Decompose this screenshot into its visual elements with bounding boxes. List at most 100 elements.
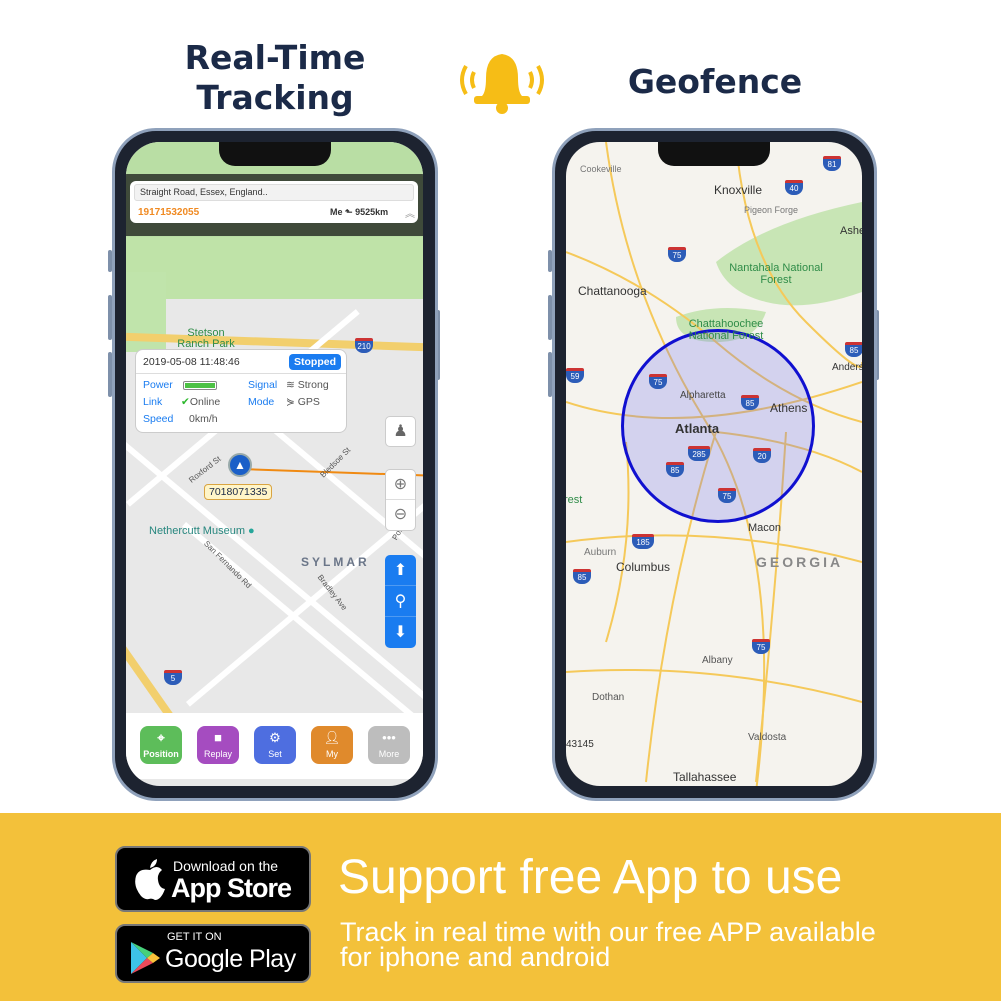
interstate-shield: 85 [845, 342, 862, 357]
interstate-shield: 185 [632, 534, 654, 549]
navigation-controls: ⬆ ⚲ ⬇ [385, 555, 416, 648]
phone-number: 19171532055 [138, 207, 200, 218]
map-label-city: Macon [748, 522, 782, 534]
app-store-big-text: App Store [171, 873, 292, 903]
info-card: Straight Road, Essex, England.. 19171532… [130, 181, 418, 223]
map-label-state: GEORGIA [756, 554, 844, 570]
heading-geofence: Geofence [627, 62, 803, 101]
address-field[interactable]: Straight Road, Essex, England.. [134, 184, 414, 201]
interstate-shield: 59 [566, 368, 584, 383]
signal-value: ≋ Strong [286, 379, 329, 391]
map-label-city: Knoxville [714, 183, 763, 197]
map-label-city: Cookeville [580, 164, 622, 174]
map-label-city: Athens [770, 401, 808, 415]
signal-label: Signal [248, 379, 278, 391]
map-label-park: Stetson Ranch Park [177, 327, 235, 350]
tab-label: More [378, 749, 400, 759]
map-label-city: Ashe [840, 225, 862, 237]
banner-title: Support free App to use [338, 851, 843, 904]
geofence-map-screen: Cookeville Knoxville Pigeon Forge Ashe N… [566, 142, 862, 786]
speed-value: 0km/h [189, 413, 218, 425]
more-dots-icon: ••• [382, 730, 396, 745]
map-label-city: Columbus [616, 560, 671, 574]
map-label-city: Dothan [592, 692, 625, 703]
museum-icon: ● [248, 525, 255, 537]
interstate-shield: 85 [573, 569, 591, 584]
interstate-shield: 75 [752, 639, 770, 654]
play-triangle-icon [129, 941, 161, 975]
device-id-label[interactable]: 7018071335 [204, 484, 273, 500]
tab-more[interactable]: ••• More [368, 726, 410, 764]
down-arrow-icon[interactable]: ⬇ [385, 617, 416, 648]
map-label-city: Chattanooga [578, 284, 647, 298]
map-label-area: SYLMAR [301, 555, 370, 569]
user-icon: 👤︎ [323, 730, 341, 745]
tab-my[interactable]: 👤︎ My [311, 726, 353, 764]
bell-icon [452, 44, 552, 114]
tab-label: Position [143, 749, 179, 759]
mode-value: ⋟ GPS [286, 396, 320, 408]
zoom-out-icon[interactable]: ⊖ [386, 500, 415, 530]
link-label: Link [143, 396, 163, 408]
tab-set[interactable]: ⚙ Set [254, 726, 296, 764]
map-label-city: Auburn [584, 547, 617, 558]
video-icon: ■ [214, 730, 222, 745]
satellite-icon: ⋟ [286, 396, 295, 408]
distance-info: Me ⬑ 9525km [330, 207, 388, 218]
distance-value: 9525km [355, 207, 389, 217]
interstate-shield: 40 [785, 180, 803, 195]
zoom-controls: ⊕ ⊖ [385, 469, 416, 531]
map-label-city: Tallahassee [673, 770, 737, 784]
tab-label: Replay [203, 749, 232, 759]
museum-name: Nethercutt Museum [149, 525, 245, 537]
signal-text: Strong [297, 379, 329, 391]
interstate-shield: 20 [753, 448, 771, 463]
phone-notch [218, 142, 331, 166]
popup-datetime: 2019-05-08 11:48:46 [143, 356, 240, 368]
device-popup: 2019-05-08 11:48:46 Stopped Power Signal… [135, 349, 347, 433]
zoom-in-icon[interactable]: ⊕ [386, 470, 415, 500]
locations-icon[interactable]: ⚲ [385, 586, 416, 617]
map-label-city: Albany [702, 655, 733, 666]
wifi-icon: ≋ [286, 379, 295, 391]
map-park-area [126, 237, 423, 299]
interstate-shield: 85 [741, 395, 759, 410]
heading-line: Tracking [196, 78, 354, 117]
check-icon: ✔ [181, 396, 190, 408]
heading-real-time-tracking: Real-Time Tracking [160, 38, 390, 118]
tab-label: My [326, 749, 338, 759]
app-store-badge[interactable]: Download on the App Store [115, 846, 311, 912]
street-label: Bledsoe St [318, 445, 353, 480]
interstate-shield: 75 [668, 247, 686, 262]
map-label-museum: Nethercutt Museum ● [149, 525, 255, 537]
tab-replay[interactable]: ■ Replay [197, 726, 239, 764]
phone-notch [658, 142, 770, 166]
link-value: ✔Online [181, 396, 220, 408]
map-label-forest: Nantahala National Forest [729, 262, 823, 286]
interstate-shield: 75 [649, 374, 667, 389]
up-arrow-icon[interactable]: ⬆ [385, 555, 416, 586]
speed-label: Speed [143, 413, 174, 425]
subtitle-line: for iphone and android [340, 942, 611, 972]
map-label-city: Alpharetta [680, 390, 726, 401]
device-marker-arrow-icon[interactable]: ▲ [228, 453, 252, 477]
google-play-badge[interactable]: GET IT ON Google Play [115, 924, 311, 983]
tab-label: Set [268, 749, 282, 759]
street-view-icon[interactable]: ♟ [385, 416, 416, 447]
tab-position[interactable]: ⌖ Position [140, 726, 182, 764]
me-label: Me [330, 207, 343, 217]
map-partial-number: 43145 [566, 739, 594, 750]
heading-line: Real-Time [184, 38, 366, 77]
power-label: Power [143, 379, 173, 391]
hwy-210-shield: 210 [355, 338, 373, 353]
location-pin-icon: ⌖ [157, 730, 165, 745]
tracking-app-screen: Straight Road, Essex, England.. 19171532… [126, 142, 423, 786]
play-small-text: GET IT ON [167, 931, 222, 943]
hwy-5-shield: 5 [164, 670, 182, 685]
collapse-chevron-icon[interactable]: ︽ [405, 205, 415, 220]
map-label-city: Atlanta [675, 421, 720, 436]
interstate-shield: 81 [823, 156, 841, 171]
interstate-shield: 285 [688, 446, 710, 461]
play-big-text: Google Play [165, 945, 296, 973]
map-label-city: Pigeon Forge [744, 205, 799, 215]
